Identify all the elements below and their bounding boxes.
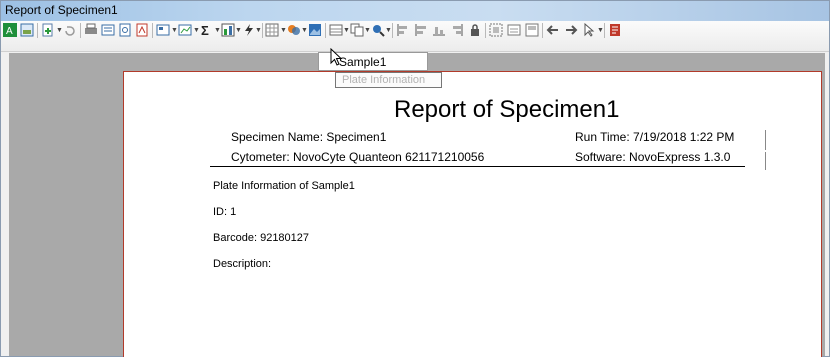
pdf-icon[interactable] xyxy=(135,23,149,37)
svg-text:Σ: Σ xyxy=(201,23,209,37)
mouse-cursor-icon xyxy=(330,47,344,66)
document-icon[interactable] xyxy=(608,23,622,37)
window-title: Report of Specimen1 xyxy=(5,3,118,17)
specimen-name: Specimen Name: Specimen1 xyxy=(231,130,387,144)
table-icon[interactable] xyxy=(329,23,343,37)
cell-marker xyxy=(765,152,766,170)
report-window: Report of Specimen1 A ▼ ▼ ▼ Σ ▼ ▼ ▼ ▼ ▼ … xyxy=(0,0,830,357)
page-setup-icon[interactable] xyxy=(118,23,132,37)
plate-info-icon[interactable] xyxy=(265,23,279,37)
plate-info-label: Plate Information of Sample1 xyxy=(213,180,355,192)
align-bottom-icon[interactable] xyxy=(432,23,446,37)
tooltip: Plate Information xyxy=(335,72,442,88)
run-time: Run Time: 7/19/2018 1:22 PM xyxy=(575,130,735,144)
svg-text:A: A xyxy=(6,26,13,37)
color-icon[interactable] xyxy=(287,23,301,37)
add-icon[interactable] xyxy=(41,23,55,37)
title-bar: Report of Specimen1 xyxy=(1,1,829,21)
picture-icon[interactable] xyxy=(308,23,322,37)
align-right-icon[interactable] xyxy=(450,23,464,37)
id-field: ID: 1 xyxy=(213,206,237,218)
flash-icon[interactable] xyxy=(242,23,256,37)
group-icon[interactable] xyxy=(489,23,503,37)
header-divider xyxy=(210,166,745,167)
toolbar: A ▼ ▼ ▼ Σ ▼ ▼ ▼ ▼ ▼ ▼ ▼ ▼ ▼ xyxy=(1,21,829,52)
software: Software: NovoExpress 1.3.0 xyxy=(575,150,731,164)
next-icon[interactable] xyxy=(564,23,578,37)
dropdown-item-sample1[interactable]: Sample1 xyxy=(339,55,386,69)
align-left-icon[interactable] xyxy=(396,23,410,37)
export-excel-icon[interactable]: A xyxy=(3,23,17,37)
copy-icon[interactable] xyxy=(350,23,364,37)
align-center-icon[interactable] xyxy=(414,23,428,37)
chart-icon[interactable] xyxy=(221,23,235,37)
statistics-icon[interactable] xyxy=(178,23,192,37)
pointer-icon[interactable] xyxy=(582,23,596,37)
description-field: Description: xyxy=(213,258,272,270)
undo-icon[interactable] xyxy=(63,23,77,37)
print-icon[interactable] xyxy=(84,23,98,37)
previous-icon[interactable] xyxy=(546,23,560,37)
cytometer: Cytometer: NovoCyte Quanteon 62117121005… xyxy=(231,150,485,164)
zoom-icon[interactable] xyxy=(371,23,385,37)
barcode-field: Barcode: 92180127 xyxy=(213,232,310,244)
tooltip-text: Plate Information xyxy=(342,74,426,86)
report-page: Report of Specimen1 Specimen Name: Speci… xyxy=(123,71,822,357)
ungroup-icon[interactable] xyxy=(507,23,521,37)
layout-icon[interactable] xyxy=(156,23,170,37)
print-preview-icon[interactable] xyxy=(101,23,115,37)
report-title: Report of Specimen1 xyxy=(394,96,620,123)
image-icon[interactable] xyxy=(20,23,34,37)
lock-icon[interactable] xyxy=(468,23,482,37)
cell-marker xyxy=(765,130,766,150)
sum-icon[interactable]: Σ xyxy=(200,23,214,37)
properties-icon[interactable] xyxy=(525,23,539,37)
